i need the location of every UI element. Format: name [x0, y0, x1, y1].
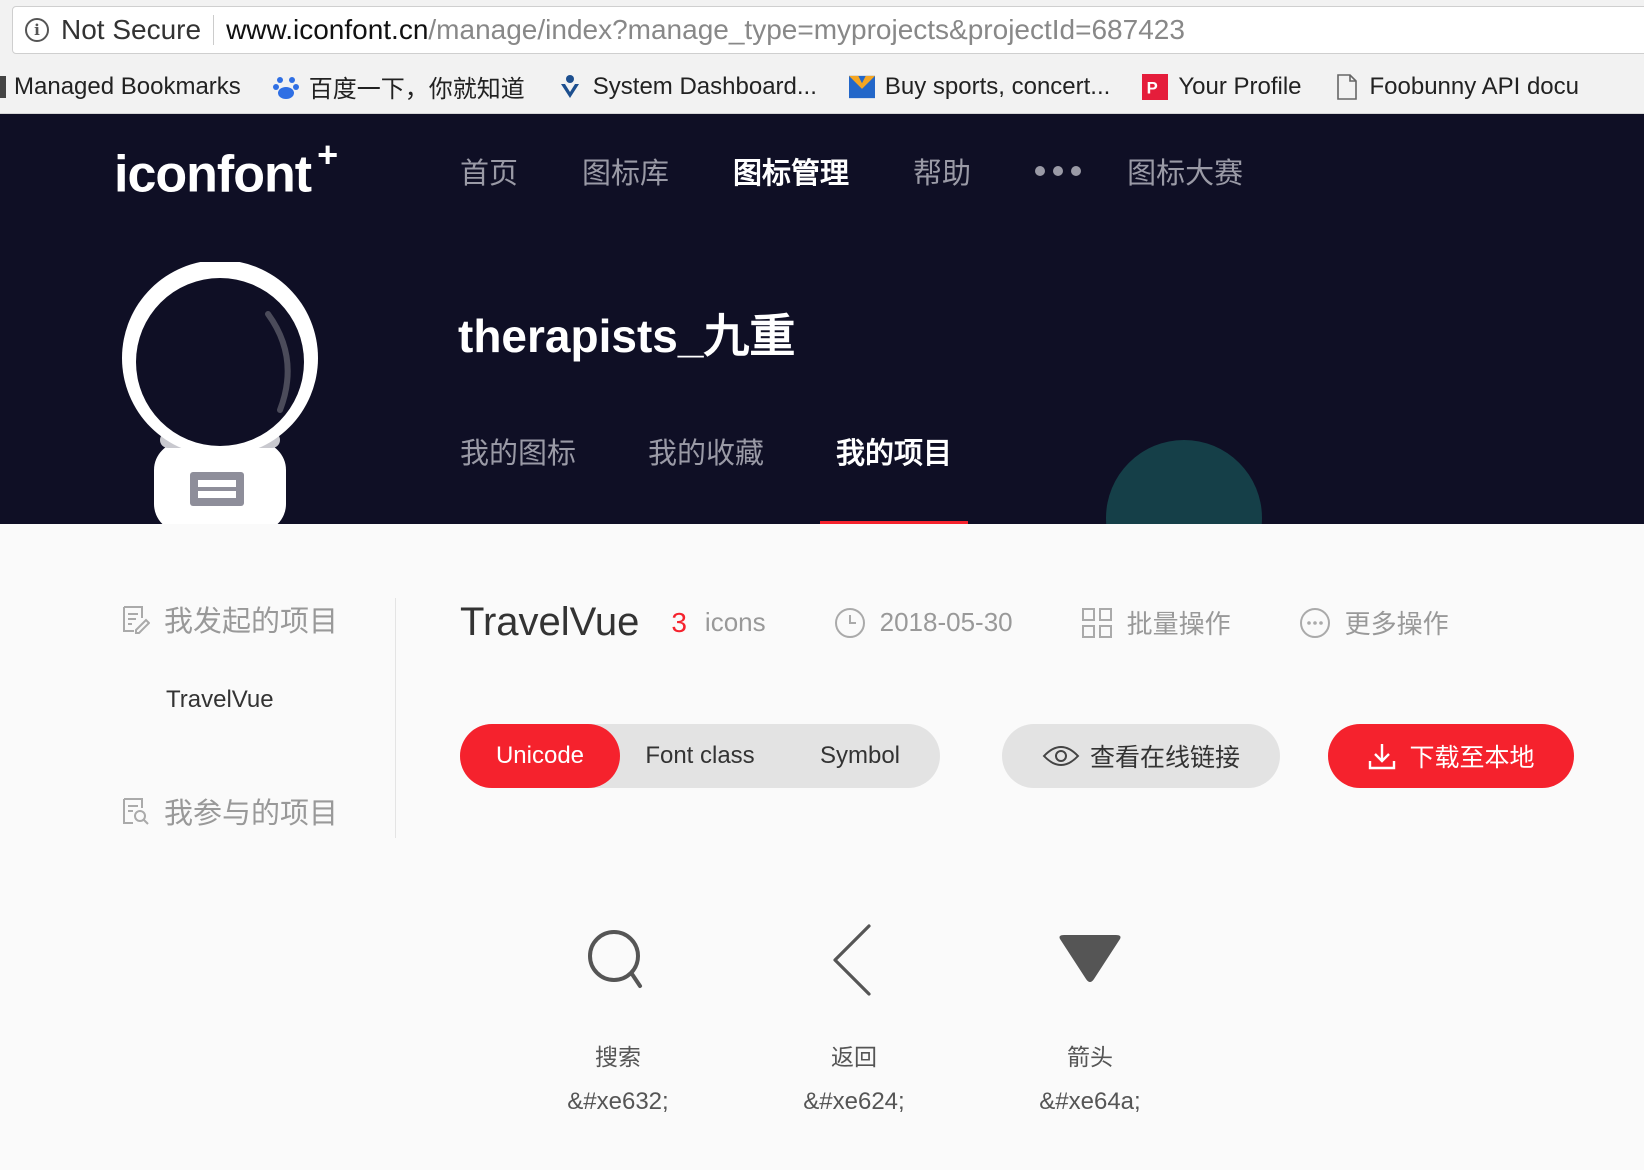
baidu-paw-icon: [272, 74, 299, 100]
address-bar[interactable]: i Not Secure www.iconfont.cn/manage/inde…: [12, 6, 1644, 54]
icon-code: &#xe64a;: [1039, 1088, 1141, 1115]
icon-name: 箭头: [1067, 1044, 1113, 1070]
url-host: www.iconfont.cn: [226, 14, 429, 45]
mode-toggle: Unicode Font class Symbol: [460, 724, 940, 788]
site-header: iconfont + 首页 图标库 图标管理 帮助 图标大赛 therapists…: [0, 114, 1644, 524]
icon-name: 返回: [831, 1044, 877, 1070]
jira-icon: [557, 74, 583, 100]
bookmark-label: Managed Bookmarks: [14, 72, 241, 100]
icon-card-back[interactable]: 返回 &#xe624;: [736, 920, 972, 1116]
icon-code: &#xe632;: [567, 1088, 669, 1115]
icon-count: 3: [671, 606, 687, 638]
profile-site-icon: P: [1142, 73, 1169, 100]
sidebar-group-joined[interactable]: 我参与的项目: [120, 790, 395, 832]
url-path: /manage/index?manage_type=myprojects&pro…: [428, 14, 1185, 45]
icon-card-arrow[interactable]: 箭头 &#xe64a;: [972, 920, 1208, 1116]
batch-operation-label: 批量操作: [1126, 609, 1231, 639]
sidebar-group-label: 我参与的项目: [164, 798, 339, 830]
bookmark-label: System Dashboard...: [592, 72, 817, 100]
decorative-circle: [1106, 440, 1262, 524]
logo-plus-mark: +: [317, 134, 338, 175]
bookmark-label: 百度一下，你就知道: [308, 76, 525, 103]
nav-help[interactable]: 帮助: [913, 150, 971, 192]
search-document-icon: [123, 798, 149, 825]
bookmarks-bar: Managed Bookmarks 百度一下，你就知道 System Dashb…: [0, 60, 1644, 114]
more-circle-icon: [1299, 607, 1330, 638]
security-label: Not Secure: [61, 14, 202, 45]
bookmark-managed[interactable]: Managed Bookmarks: [0, 73, 241, 101]
sidebar-group-label: 我发起的项目: [164, 606, 339, 638]
site-logo[interactable]: iconfont +: [114, 134, 338, 204]
folder-icon: [0, 75, 6, 98]
view-online-link-button[interactable]: 查看在线链接: [1002, 724, 1280, 788]
tab-my-icons[interactable]: 我的图标: [460, 430, 576, 524]
bookmark-foobunny[interactable]: Foobunny API docu: [1334, 73, 1579, 101]
project-date-text: 2018-05-30: [879, 607, 1013, 637]
icon-code: &#xe624;: [803, 1088, 905, 1115]
download-icon: [1369, 744, 1396, 770]
more-operations-label: 更多操作: [1344, 609, 1449, 639]
url-text[interactable]: www.iconfont.cn/manage/index?manage_type…: [226, 14, 1185, 46]
nav-icon-management[interactable]: 图标管理: [733, 150, 849, 192]
tab-my-projects[interactable]: 我的项目: [820, 430, 969, 524]
bookmark-label: Buy sports, concert...: [884, 72, 1111, 100]
url-separator: [213, 15, 215, 45]
bookmark-label: Foobunny API docu: [1369, 72, 1579, 100]
mode-symbol-button[interactable]: Symbol: [780, 724, 940, 788]
top-nav: 首页 图标库 图标管理 帮助 图标大赛: [460, 150, 1307, 192]
project-title: TravelVue: [460, 600, 640, 644]
info-icon[interactable]: i: [25, 18, 49, 42]
bookmark-buy-sports[interactable]: Buy sports, concert...: [848, 72, 1111, 101]
nav-icon-contest[interactable]: 图标大赛: [1127, 150, 1243, 192]
icon-card-search[interactable]: 搜索 &#xe632;: [500, 920, 736, 1116]
bookmark-baidu[interactable]: 百度一下，你就知道: [272, 69, 525, 104]
download-label: 下载至本地: [1409, 744, 1535, 772]
svg-text:P: P: [1147, 78, 1158, 97]
bookmark-system-dashboard[interactable]: System Dashboard...: [557, 73, 817, 101]
ticket-site-icon: [848, 74, 875, 100]
download-button[interactable]: 下载至本地: [1328, 724, 1574, 788]
document-icon: [1334, 73, 1360, 100]
eye-icon: [1042, 746, 1080, 766]
bookmark-your-profile[interactable]: P Your Profile: [1142, 72, 1302, 101]
batch-operation-button[interactable]: 批量操作: [1081, 604, 1231, 641]
search-icon: [578, 920, 658, 1000]
edit-document-icon: [123, 606, 150, 634]
icon-name: 搜索: [595, 1044, 641, 1070]
tab-my-favorites[interactable]: 我的收藏: [648, 430, 764, 524]
icon-grid: 搜索 &#xe632; 返回 &#xe624; 箭头 &#xe64a;: [500, 920, 1208, 1116]
view-online-link-label: 查看在线链接: [1089, 744, 1240, 772]
sidebar-item-travelvue[interactable]: TravelVue: [166, 686, 395, 714]
project-date: 2018-05-30: [834, 607, 1013, 639]
more-operations-button[interactable]: 更多操作: [1299, 604, 1449, 641]
nav-icon-library[interactable]: 图标库: [582, 150, 669, 192]
username: therapists_九重: [458, 310, 796, 362]
logo-text: iconfont: [114, 145, 312, 204]
sidebar-group-started[interactable]: 我发起的项目: [120, 598, 395, 640]
project-header: TravelVue 3 icons 2018-05-30 批量操作 更多操作: [460, 600, 1449, 645]
down-triangle-icon: [1050, 920, 1130, 1000]
batch-grid-icon: [1081, 607, 1112, 638]
project-sidebar: 我发起的项目 TravelVue 我参与的项目: [120, 598, 396, 838]
mode-unicode-button[interactable]: Unicode: [460, 724, 620, 788]
avatar: [120, 260, 340, 524]
browser-toolbar: i Not Secure www.iconfont.cn/manage/inde…: [0, 0, 1644, 60]
profile-tabs: 我的图标 我的收藏 我的项目: [460, 430, 1024, 524]
bookmark-label: Your Profile: [1178, 72, 1302, 100]
nav-home[interactable]: 首页: [460, 150, 518, 192]
more-dots-icon[interactable]: [1035, 166, 1082, 176]
clock-icon: [834, 607, 865, 638]
icon-count-unit: icons: [704, 607, 766, 637]
mode-font-class-button[interactable]: Font class: [620, 724, 780, 788]
back-chevron-icon: [814, 920, 894, 1000]
